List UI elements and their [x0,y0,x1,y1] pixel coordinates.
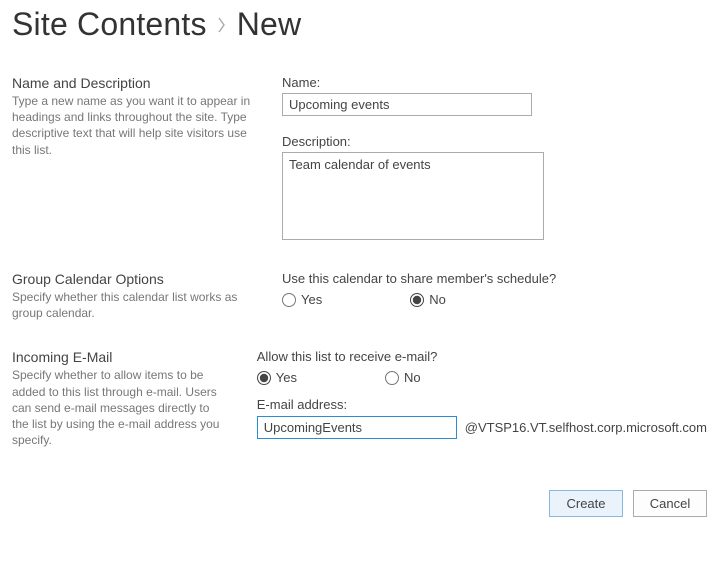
description-textarea[interactable] [282,152,544,240]
radio-no[interactable] [410,293,424,307]
radio-yes[interactable] [282,293,296,307]
section-group-calendar: Group Calendar Options Specify whether t… [12,243,707,321]
chevron-right-icon [217,16,227,34]
section-description: Specify whether to allow items to be add… [12,367,229,448]
breadcrumb-current: New [237,6,302,43]
breadcrumb: Site Contents New [12,6,707,43]
email-question: Allow this list to receive e-mail? [257,349,707,364]
section-name-description: Name and Description Type a new name as … [12,59,707,243]
group-calendar-question: Use this calendar to share member's sche… [282,271,707,286]
name-label: Name: [282,75,707,90]
email-yes[interactable]: Yes [257,370,297,385]
radio-yes[interactable] [257,371,271,385]
button-row: Create Cancel [0,460,719,529]
email-domain-suffix: @VTSP16.VT.selfhost.corp.microsoft.com [465,420,707,435]
page-header: Site Contents New [0,0,719,59]
email-no[interactable]: No [385,370,421,385]
section-incoming-email: Incoming E-Mail Specify whether to allow… [12,321,707,448]
cancel-button[interactable]: Cancel [633,490,707,517]
breadcrumb-parent[interactable]: Site Contents [12,6,207,43]
radio-no-label: No [404,370,421,385]
section-title: Name and Description [12,75,254,91]
group-calendar-yes[interactable]: Yes [282,292,322,307]
radio-no[interactable] [385,371,399,385]
description-label: Description: [282,134,707,149]
email-address-label: E-mail address: [257,397,707,412]
section-description: Specify whether this calendar list works… [12,289,254,321]
create-button[interactable]: Create [549,490,623,517]
radio-yes-label: Yes [276,370,297,385]
section-title: Incoming E-Mail [12,349,229,365]
name-input[interactable] [282,93,532,116]
group-calendar-no[interactable]: No [410,292,446,307]
section-title: Group Calendar Options [12,271,254,287]
radio-yes-label: Yes [301,292,322,307]
radio-no-label: No [429,292,446,307]
section-description: Type a new name as you want it to appear… [12,93,254,158]
email-address-input[interactable] [257,416,457,439]
